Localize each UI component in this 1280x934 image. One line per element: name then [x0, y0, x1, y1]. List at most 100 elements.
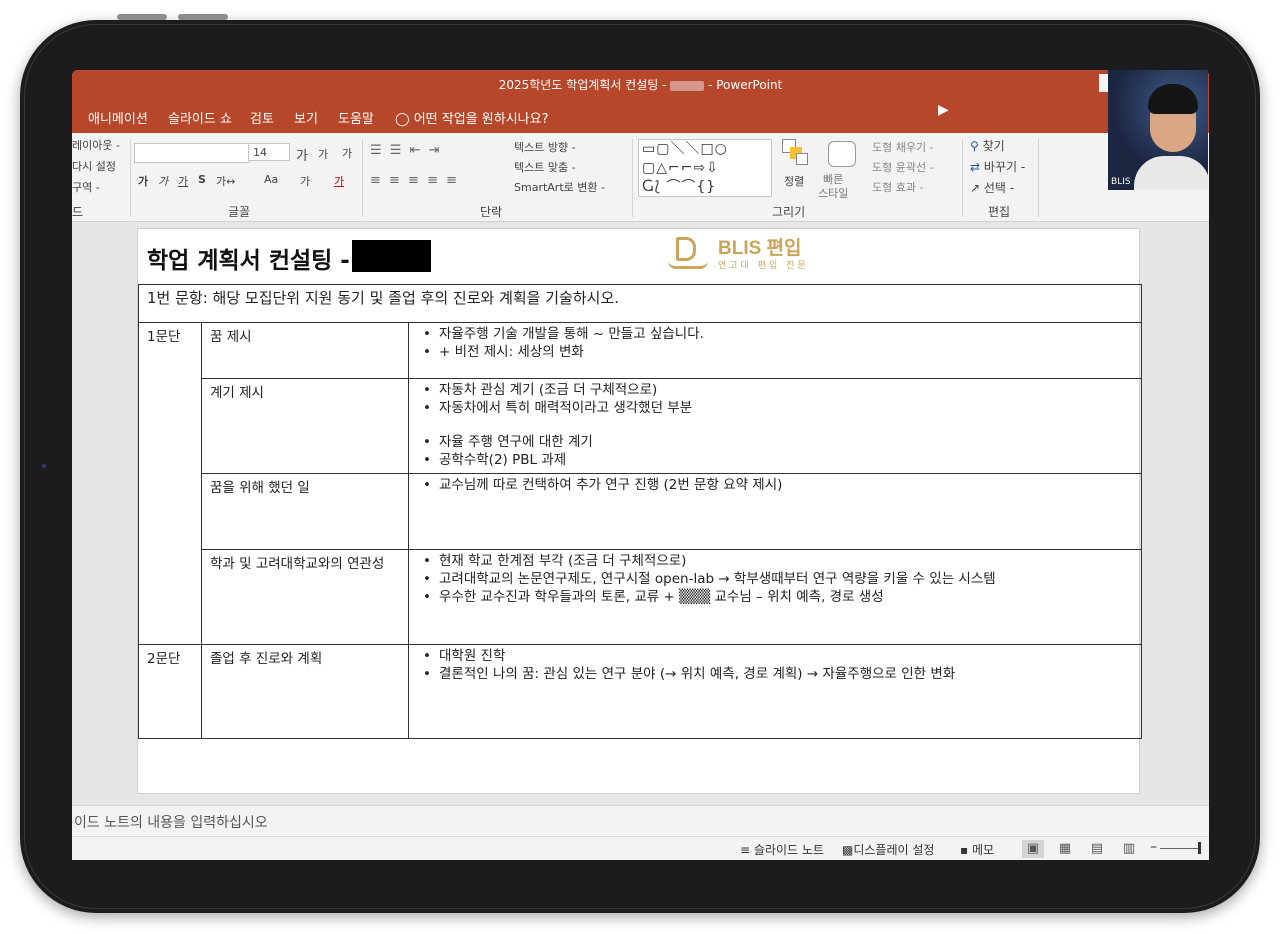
title-bar: 2025학년도 학업계획서 컨설팅 - - PowerPoint — [72, 70, 1209, 97]
bold-button[interactable]: 가 — [138, 173, 148, 189]
layout-button[interactable]: 레이아웃 - — [72, 137, 120, 153]
bullet-list-icon[interactable]: ☰​ ☰​ ⇤ ⇥ — [370, 143, 442, 158]
text-direction-button[interactable]: 텍스트 방향 - — [514, 139, 576, 155]
highlight-button[interactable]: 가 — [300, 173, 310, 189]
list-item: 현재 학교 한계점 부각 (조금 더 구체적으로) — [423, 552, 1141, 570]
plan-table[interactable]: 1번 문항: 해당 모집단위 지원 동기 및 졸업 후의 진로와 계획을 기술하… — [138, 284, 1142, 739]
shrink-font-button[interactable]: 가 — [318, 146, 328, 162]
topic-cell[interactable]: 졸업 후 진로와 계획 — [201, 644, 409, 739]
person-shoulders — [1134, 156, 1208, 190]
reset-button[interactable]: 다시 설정 — [72, 158, 116, 174]
quick-styles-icon[interactable] — [828, 141, 856, 167]
zoom-slider-thumb[interactable] — [1198, 842, 1201, 854]
list-item: 자동차에서 특히 매력적이라고 생각했던 부분 — [423, 399, 1141, 417]
slide-canvas[interactable]: 학업 계획서 컨설팅 - BLIS 편입 연고대 편입 전문 1번 문항: 해당… — [137, 228, 1142, 794]
points-cell[interactable]: 현재 학교 한계점 부각 (조금 더 구체적으로) 고려대학교의 논문연구제도,… — [408, 549, 1142, 645]
tab-slideshow[interactable]: 슬라이드 쇼 — [168, 108, 232, 127]
shape-row[interactable]: ▭▢＼＼□○ — [642, 140, 771, 159]
redacted-name-box — [352, 240, 431, 272]
normal-view-icon[interactable]: ▣ — [1022, 840, 1044, 858]
redacted-name — [670, 80, 705, 91]
display-settings-label: 디스플레이 설정 — [853, 843, 935, 857]
tab-animations[interactable]: 애니메이션 — [88, 108, 148, 127]
window-title-prefix: 2025학년도 학업계획서 컨설팅 - — [498, 78, 671, 92]
slide-notes-label: 슬라이드 노트 — [753, 843, 824, 857]
zoom-out-icon[interactable]: – — [1150, 839, 1157, 855]
arrange-icon[interactable] — [782, 139, 808, 165]
tab-help[interactable]: 도움말 — [338, 108, 374, 127]
topic-cell[interactable]: 계기 제시 — [201, 378, 409, 474]
list-item: 자율주행 기술 개발을 통해 ~ 만들고 싶습니다. — [423, 325, 1141, 343]
question-cell[interactable]: 1번 문항: 해당 모집단위 지원 동기 및 졸업 후의 진로와 계획을 기술하… — [138, 284, 1142, 323]
font-color-button[interactable]: 가 — [334, 173, 344, 189]
select-button[interactable]: ↗ 선택 - — [970, 179, 1014, 196]
topic-cell[interactable]: 학과 및 고려대학교와의 연관성 — [201, 549, 409, 645]
reading-view-icon[interactable]: ▤ — [1086, 840, 1108, 858]
comments-button[interactable]: ▪ 메모 — [960, 841, 994, 858]
align-text-button[interactable]: 텍스트 맞춤 - — [514, 159, 576, 175]
points-cell[interactable]: 교수님께 따로 컨택하여 추가 연구 진행 (2번 문항 요약 제시) — [408, 473, 1142, 550]
comment-icon: ▪ — [960, 843, 969, 857]
replace-label: 바꾸기 - — [983, 160, 1026, 174]
section-button[interactable]: 구역 - — [72, 179, 100, 195]
shape-row[interactable]: ▢△⌐⌐⇨⇩ — [642, 159, 771, 178]
slideshow-view-icon[interactable]: ▥ — [1118, 840, 1140, 858]
char-spacing-button[interactable]: 가↔ — [216, 173, 235, 189]
points-cell[interactable]: 대학원 진학 결론적인 나의 꿈: 관심 있는 연구 분야 (→ 위치 예측, … — [408, 644, 1142, 739]
notes-icon: ≡ — [740, 843, 751, 857]
font-size-box[interactable]: 14 — [248, 143, 290, 161]
notes-pane[interactable]: 이드 노트의 내용을 입력하십시오 — [72, 805, 1209, 837]
shape-outline-button[interactable]: 도형 윤곽선 - — [872, 159, 934, 175]
points-cell[interactable]: 자율주행 기술 개발을 통해 ~ 만들고 싶습니다. + 비전 제시: 세상의 … — [408, 322, 1142, 379]
points-cell[interactable]: 자동차 관심 계기 (조금 더 구체적으로) 자동차에서 특히 매력적이라고 생… — [408, 378, 1142, 474]
bullet-list: 대학원 진학 결론적인 나의 꿈: 관심 있는 연구 분야 (→ 위치 예측, … — [417, 647, 1141, 683]
divider — [1038, 139, 1039, 217]
slide-sorter-icon[interactable]: ▦ — [1054, 840, 1076, 858]
topic-cell[interactable]: 꿈을 위해 했던 일 — [201, 473, 409, 550]
bullet-list: 자율주행 기술 개발을 통해 ~ 만들고 싶습니다. + 비전 제시: 세상의 … — [417, 325, 1141, 361]
section-cell[interactable]: 1문단 — [138, 322, 202, 645]
display-settings-button[interactable]: ▩디스플레이 설정 — [842, 841, 934, 858]
search-icon: ⚲ — [970, 139, 979, 153]
arrange-button[interactable]: 정렬 — [784, 173, 804, 189]
table-row: 계기 제시 자동차 관심 계기 (조금 더 구체적으로) 자동차에서 특히 매력… — [139, 378, 1142, 474]
smartart-button[interactable]: SmartArt로 변환 - — [514, 179, 605, 195]
slide-notes-button[interactable]: ≡ 슬라이드 노트 — [740, 841, 824, 858]
font-name-box[interactable] — [134, 143, 250, 163]
change-case-button[interactable]: Aa — [264, 173, 278, 186]
align-icon[interactable]: ≡ ≡ ≡ ≡ ≡ — [370, 173, 459, 188]
grow-font-button[interactable]: 가 — [296, 145, 308, 164]
shadow-button[interactable]: S — [198, 173, 206, 186]
find-button[interactable]: ⚲ 찾기 — [970, 137, 1005, 154]
topic-cell[interactable]: 꿈 제시 — [201, 322, 409, 379]
shape-row[interactable]: Ⴚ⟅ ⌒⌒{} — [642, 178, 771, 197]
section-cell[interactable]: 2문단 — [138, 644, 202, 739]
shape-effects-button[interactable]: 도형 효과 - — [872, 179, 923, 195]
tab-view[interactable]: 보기 — [294, 108, 318, 127]
monitor-icon: ▩ — [842, 843, 854, 857]
list-item: 교수님께 따로 컨택하여 추가 연구 진행 (2번 문항 요약 제시) — [423, 476, 1141, 494]
underline-button[interactable]: 가 — [178, 173, 188, 189]
shapes-gallery[interactable]: ▭▢＼＼□○ ▢△⌐⌐⇨⇩ Ⴚ⟅ ⌒⌒{} — [638, 139, 772, 197]
tab-review[interactable]: 검토 — [250, 108, 274, 127]
divider — [632, 139, 633, 217]
volume-button — [117, 14, 167, 20]
window-title: 2025학년도 학업계획서 컨설팅 - - PowerPoint — [72, 76, 1209, 93]
zoom-slider-track[interactable] — [1160, 848, 1198, 849]
list-item: 결론적인 나의 꿈: 관심 있는 연구 분야 (→ 위치 예측, 경로 계획) … — [423, 665, 1141, 683]
mouse-cursor-icon: ▶ — [938, 102, 949, 118]
logo-letter-shape — [676, 237, 696, 261]
quick-styles-button[interactable]: 빠른 스타일 — [818, 173, 848, 201]
power-button — [178, 14, 228, 20]
divider — [130, 139, 131, 217]
list-item: 우수한 교수진과 학우들과의 토론, 교류 + ▒▒▒ 교수님 – 위치 예측,… — [423, 588, 1141, 606]
replace-button[interactable]: ⇄ 바꾸기 - — [970, 158, 1025, 175]
shape-fill-button[interactable]: 도형 채우기 - — [872, 139, 934, 155]
tell-me-box[interactable]: ◯ 어떤 작업을 원하시나요? — [395, 108, 548, 127]
logo-subtitle: 연고대 편입 전문 — [718, 261, 809, 271]
italic-button[interactable]: 가 — [158, 173, 168, 189]
slide-title[interactable]: 학업 계획서 컨설팅 - — [147, 241, 350, 275]
camera-dot — [42, 464, 46, 468]
clear-format-button[interactable]: 가 — [342, 145, 352, 161]
divider — [962, 139, 963, 217]
